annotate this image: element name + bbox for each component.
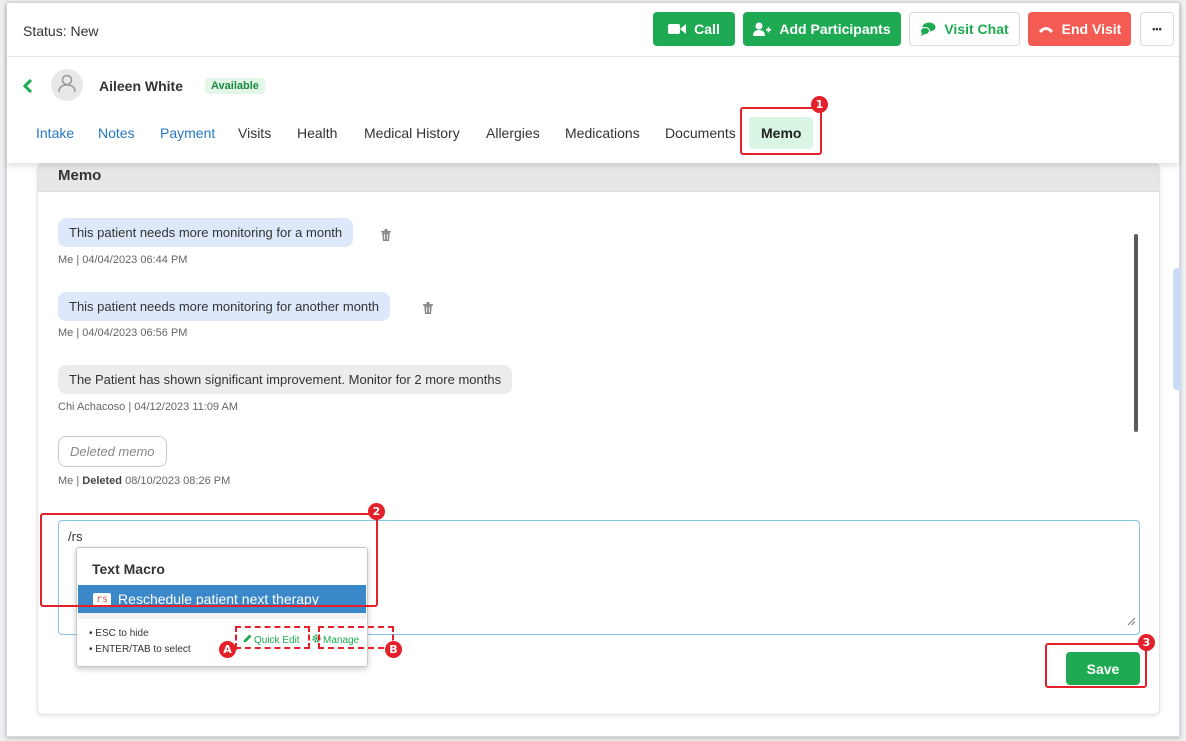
chat-bubbles-icon	[920, 22, 936, 36]
call-label: Call	[694, 21, 720, 37]
memo-bubble: This patient needs more monitoring for a…	[58, 292, 391, 321]
memo-list[interactable]: This patient needs more monitoring for a…	[38, 192, 1159, 533]
memo-bubble: This patient needs more monitoring for a…	[58, 218, 354, 247]
memo-bubble: The Patient has shown significant improv…	[58, 365, 513, 394]
availability-badge: Available	[205, 78, 265, 94]
memo-card: Memo This patient needs more monitoring …	[37, 163, 1160, 715]
ellipsis-icon: •••	[1152, 24, 1162, 34]
divider	[78, 613, 366, 619]
app-window: Status: New Call Add Participants Visit …	[6, 2, 1181, 737]
side-panel-handle[interactable]	[1173, 268, 1181, 390]
add-participants-button[interactable]: Add Participants	[743, 12, 901, 46]
tab-intake[interactable]: Intake	[36, 125, 74, 141]
quick-edit-label: Quick Edit	[254, 634, 300, 646]
memo-input-value: /rs	[68, 529, 83, 544]
trash-icon[interactable]	[381, 228, 391, 246]
tab-visits[interactable]: Visits	[238, 125, 271, 141]
memo-meta-author: Me |	[58, 475, 83, 487]
macro-option[interactable]: rs Reschedule patient next therapy	[78, 585, 366, 613]
save-button[interactable]: Save	[1066, 652, 1140, 685]
memo-list-scrollbar[interactable]	[1134, 234, 1138, 432]
memo-card-title: Memo	[58, 167, 102, 184]
tab-allergies[interactable]: Allergies	[486, 125, 540, 141]
annotation-badge-a: A	[219, 641, 236, 658]
patient-row: Aileen White Available	[7, 65, 1179, 105]
patient-name: Aileen White	[99, 78, 184, 94]
back-chevron-icon[interactable]	[22, 78, 33, 98]
visit-chat-label: Visit Chat	[944, 21, 1009, 37]
memo-meta: Chi Achacoso | 04/12/2023 11:09 AM	[58, 401, 239, 413]
hang-up-phone-icon	[1038, 24, 1054, 34]
hint-esc: ESC to hide	[89, 626, 191, 642]
visit-chat-button[interactable]: Visit Chat	[909, 12, 1020, 46]
add-user-icon	[753, 22, 772, 36]
end-visit-label: End Visit	[1061, 21, 1122, 37]
user-silhouette-icon	[57, 73, 77, 98]
tab-documents[interactable]: Documents	[665, 125, 736, 141]
deleted-memo-bubble: Deleted memo	[58, 436, 167, 467]
macro-hints: ESC to hide ENTER/TAB to select	[89, 626, 191, 658]
gear-icon	[312, 634, 321, 646]
tab-payment[interactable]: Payment	[160, 125, 215, 141]
visit-header: Status: New Call Add Participants Visit …	[7, 3, 1179, 163]
macro-shortcode: rs	[93, 592, 112, 606]
annotation-badge-1: 1	[811, 96, 828, 113]
avatar	[51, 69, 83, 101]
memo-meta: Me | 04/04/2023 06:56 PM	[58, 327, 188, 339]
memo-card-header: Memo	[38, 164, 1159, 192]
annotation-badge-3: 3	[1138, 634, 1155, 651]
end-visit-button[interactable]: End Visit	[1028, 12, 1131, 46]
visit-status: Status: New	[23, 23, 99, 39]
annotation-badge-2: 2	[368, 503, 385, 520]
tab-health[interactable]: Health	[297, 125, 337, 141]
video-camera-icon	[668, 23, 687, 35]
more-options-button[interactable]: •••	[1140, 12, 1174, 46]
memo-meta-date: 08/10/2023 08:26 PM	[122, 475, 231, 487]
manage-link[interactable]: Manage	[312, 634, 359, 646]
tab-memo[interactable]: Memo	[749, 117, 814, 149]
tab-notes[interactable]: Notes	[98, 125, 135, 141]
trash-icon[interactable]	[423, 301, 433, 319]
quick-edit-link[interactable]: Quick Edit	[243, 634, 300, 646]
hint-enter: ENTER/TAB to select	[89, 642, 190, 658]
resize-grip-icon[interactable]	[1127, 613, 1136, 631]
memo-meta: Me | Deleted 08/10/2023 08:26 PM	[58, 475, 230, 487]
top-bar: Status: New Call Add Participants Visit …	[7, 3, 1179, 57]
tab-medications[interactable]: Medications	[565, 125, 640, 141]
manage-label: Manage	[323, 634, 360, 646]
call-button[interactable]: Call	[653, 12, 735, 46]
memo-meta: Me | 04/04/2023 06:44 PM	[58, 254, 188, 266]
macro-option-label: Reschedule patient next therapy	[118, 591, 319, 607]
add-participants-label: Add Participants	[779, 21, 891, 37]
pencil-icon	[243, 634, 252, 646]
memo-meta-deleted: Deleted	[82, 475, 123, 487]
annotation-badge-b: B	[385, 641, 402, 658]
tab-medical-history[interactable]: Medical History	[364, 125, 460, 141]
patient-tabs: Intake Notes Payment Visits Health Medic…	[7, 115, 1179, 151]
macro-popup-title: Text Macro	[92, 561, 165, 577]
